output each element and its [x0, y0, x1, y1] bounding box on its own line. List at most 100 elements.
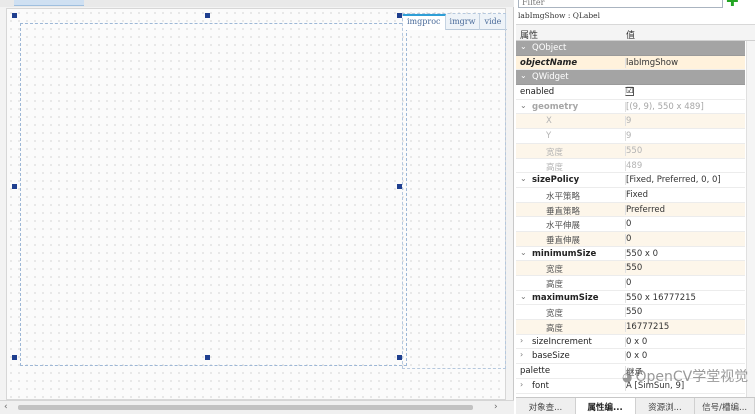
property-row[interactable]: 垂直策略 Preferred	[516, 202, 745, 218]
collapse-arrow-icon[interactable]: ⌄	[520, 248, 527, 257]
property-value[interactable]: 9	[625, 116, 631, 127]
property-name: X	[546, 116, 552, 127]
property-name: geometry	[532, 101, 579, 112]
property-name: sizeIncrement	[532, 336, 592, 347]
property-value[interactable]: 550 x 0	[625, 248, 658, 259]
tab-signal-slot-editor[interactable]: 信号/槽编...	[695, 398, 755, 414]
expand-arrow-icon[interactable]: ›	[520, 336, 523, 345]
scroll-right-arrow-icon[interactable]: ›	[494, 402, 498, 412]
property-value[interactable]: 550	[625, 307, 642, 318]
property-name: Y	[546, 131, 552, 142]
resize-handle-b[interactable]	[205, 355, 210, 360]
property-row[interactable]: › sizeIncrement 0 x 0	[516, 335, 745, 350]
enabled-checkbox[interactable]: ☑	[625, 87, 634, 97]
property-name: 水平伸展	[546, 221, 581, 232]
property-row[interactable]: ⌄ minimumSize 550 x 0	[516, 247, 745, 262]
property-row[interactable]: ⌄ geometry [(9, 9), 550 x 489]	[516, 100, 745, 115]
property-row[interactable]: 高度 0	[516, 276, 745, 291]
column-header-property: 属性	[520, 31, 539, 41]
tab-object-inspector[interactable]: 对象查...	[516, 398, 576, 414]
designer-tab-stub[interactable]	[14, 0, 84, 6]
collapse-arrow-icon[interactable]: ⌄	[520, 101, 527, 110]
resize-handle-t[interactable]	[205, 13, 210, 18]
tab-imgproc[interactable]: imgproc	[403, 14, 446, 30]
property-row[interactable]: 宽度 550	[516, 261, 745, 276]
property-name: 宽度	[546, 309, 564, 320]
property-row[interactable]: ⌄ maximumSize 550 x 16777215	[516, 291, 745, 306]
column-header-value: 值	[626, 31, 636, 41]
property-name: 垂直伸展	[546, 235, 581, 246]
property-value[interactable]: 0	[625, 278, 631, 288]
property-name: enabled	[520, 87, 555, 98]
property-name: QWidget	[532, 72, 569, 83]
property-row[interactable]: 宽度 550	[516, 305, 745, 321]
collapse-arrow-icon[interactable]: ⌄	[520, 292, 527, 301]
property-value[interactable]: 550	[625, 145, 642, 156]
form-designer-canvas[interactable]: imgproc imgrw vide ‹ ›	[0, 0, 514, 414]
vertical-scrollbar[interactable]	[746, 41, 755, 397]
property-row[interactable]: 宽度 550	[516, 143, 745, 159]
tab-video[interactable]: vide	[480, 14, 507, 30]
lab-img-show-widget[interactable]	[20, 23, 407, 366]
property-value[interactable]: 0 x 0	[625, 351, 647, 362]
property-value[interactable]: 0	[625, 219, 631, 230]
property-value[interactable]: labImgShow	[625, 57, 678, 68]
watermark-logo: ◕ OpenCV学堂视觉	[622, 366, 748, 385]
property-value[interactable]: [Fixed, Preferred, 0, 0]	[625, 175, 721, 186]
resize-handle-l[interactable]	[12, 184, 17, 189]
property-table-header: 属性 值	[516, 24, 755, 41]
expand-arrow-icon[interactable]: ›	[520, 380, 523, 389]
property-category-row[interactable]: ⌄ QObject	[516, 41, 745, 56]
property-value[interactable]: 489	[625, 160, 642, 171]
resize-handle-bl[interactable]	[12, 355, 17, 360]
watermark-text: OpenCV学堂视觉	[635, 369, 749, 385]
add-dynamic-property-icon[interactable]: ✚	[726, 0, 742, 10]
property-value[interactable]: 0	[625, 233, 631, 244]
property-name: 高度	[546, 162, 564, 173]
property-row[interactable]: 高度 16777215	[516, 320, 745, 335]
property-row[interactable]: X9	[516, 114, 745, 130]
collapse-arrow-icon[interactable]: ⌄	[520, 71, 527, 80]
property-value[interactable]: 550	[625, 263, 642, 274]
property-value[interactable]: [(9, 9), 550 x 489]	[625, 101, 704, 112]
property-row[interactable]: › baseSize 0 x 0	[516, 349, 745, 365]
property-category-row[interactable]: ⌄ QWidget	[516, 70, 745, 86]
property-name: minimumSize	[532, 248, 597, 259]
property-row[interactable]: Y9	[516, 129, 745, 144]
scrollbar-thumb[interactable]	[18, 405, 473, 410]
property-value[interactable]: 16777215	[625, 322, 669, 333]
designer-top-strip	[0, 0, 514, 7]
filter-row: ✚	[516, 0, 755, 10]
property-row[interactable]: 水平伸展 0	[516, 217, 745, 232]
tab-property-editor[interactable]: 属性编...	[575, 398, 636, 414]
property-row[interactable]: 垂直伸展 0	[516, 231, 745, 247]
property-editor-panel: ✚ labImgShow : QLabel 属性 值 ⌄ QObject objec…	[516, 0, 755, 414]
scroll-left-arrow-icon[interactable]: ‹	[4, 402, 8, 412]
property-value[interactable]: 0 x 0	[625, 336, 647, 347]
tab-widget[interactable]: imgproc imgrw vide	[402, 13, 507, 369]
property-name: baseSize	[532, 351, 570, 362]
property-value[interactable]: 9	[625, 131, 631, 142]
tab-resource-browser[interactable]: 资源浏...	[636, 398, 696, 414]
property-row[interactable]: enabled ☑	[516, 85, 745, 100]
property-row[interactable]: ⌄ sizePolicy [Fixed, Preferred, 0, 0]	[516, 173, 745, 188]
collapse-arrow-icon[interactable]: ⌄	[520, 174, 527, 183]
property-name: 高度	[546, 280, 564, 290]
property-value[interactable]: Preferred	[625, 204, 665, 215]
resize-handle-tl[interactable]	[12, 13, 17, 18]
property-name: font	[532, 380, 549, 391]
property-rows: ⌄ QObject objectName labImgShow ⌄ QWidget enab…	[516, 41, 745, 394]
property-value[interactable]: Fixed	[625, 189, 648, 200]
tab-imgrw[interactable]: imgrw	[446, 14, 481, 30]
horizontal-scrollbar[interactable]: ‹ ›	[0, 400, 514, 414]
property-row[interactable]: 水平策略 Fixed	[516, 188, 745, 203]
collapse-arrow-icon[interactable]: ⌄	[520, 42, 527, 51]
expand-arrow-icon[interactable]: ›	[520, 350, 523, 359]
property-name: objectName	[520, 57, 578, 68]
property-row[interactable]: 高度 489	[516, 159, 745, 174]
filter-input[interactable]	[518, 0, 723, 8]
property-value[interactable]: 550 x 16777215	[625, 292, 696, 303]
property-name: QObject	[532, 43, 567, 53]
property-row[interactable]: objectName labImgShow	[516, 55, 745, 71]
property-name: 垂直策略	[546, 206, 581, 217]
